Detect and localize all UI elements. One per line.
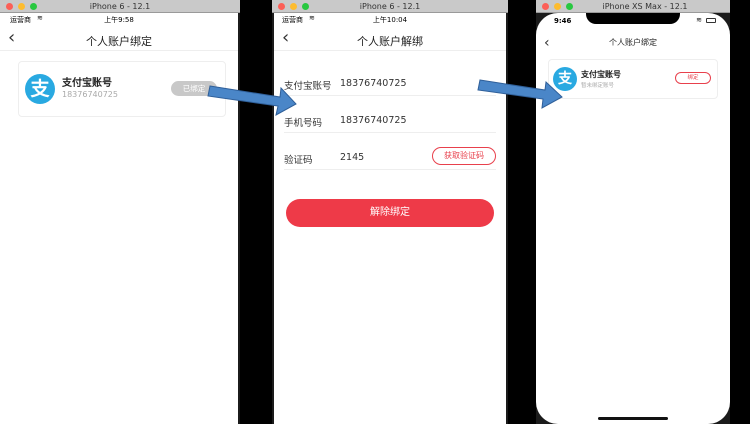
nav-bar: ‹ 个人账户绑定 [536, 31, 730, 53]
card-title: 支付宝账号 [62, 78, 112, 89]
page-title: 个人账户绑定 [609, 38, 657, 47]
status-bar: 运营商 ≋ 上午10:04 [274, 13, 506, 25]
row-label: 验证码 [284, 155, 313, 166]
card-subtitle: 暂未绑定账号 [581, 83, 615, 89]
row-label: 手机号码 [284, 118, 323, 129]
card-title: 支付宝账号 [581, 70, 621, 79]
window-titlebar: iPhone 6 - 12.1 [272, 0, 508, 13]
row-value: 18376740725 [340, 78, 407, 89]
page-title: 个人账户解绑 [357, 35, 423, 48]
window-title: iPhone XS Max - 12.1 [602, 2, 688, 11]
status-bar: 9:46 ≋ [536, 13, 730, 25]
status-time: 上午9:58 [104, 16, 134, 24]
get-code-button[interactable]: 获取验证码 [432, 147, 496, 165]
alipay-account-card[interactable]: 支 支付宝账号 18376740725 已绑定 [18, 61, 226, 117]
battery-icon [706, 18, 716, 23]
row-value: 18376740725 [340, 115, 407, 126]
alipay-account-card[interactable]: 支 支付宝账号 暂未绑定账号 绑定 [548, 59, 718, 99]
wifi-icon: ≋ [696, 16, 702, 24]
alipay-account-row: 支付宝账号 18376740725 [284, 70, 496, 96]
nav-bar: ‹ 个人账户绑定 [0, 27, 238, 51]
phone-screen: 9:46 ≋ ‹ 个人账户绑定 支 支付宝账号 暂未绑定账号 绑定 [536, 13, 730, 424]
verification-code-input[interactable]: 2145 [340, 152, 364, 163]
simulator-window-2: iPhone 6 - 12.1 运营商 ≋ 上午10:04 ‹ 个人账户解绑 支… [272, 0, 508, 424]
simulator-window-3: iPhone XS Max - 12.1 9:46 ≋ ‹ 个人账户绑定 支 支… [536, 0, 730, 424]
home-indicator [598, 417, 668, 420]
page-title: 个人账户绑定 [86, 35, 152, 48]
nav-bar: ‹ 个人账户解绑 [274, 27, 506, 51]
unbind-button[interactable]: 解除绑定 [286, 199, 494, 227]
row-label: 支付宝账号 [284, 81, 332, 92]
alipay-logo-icon: 支 [25, 74, 55, 104]
window-title: iPhone 6 - 12.1 [359, 2, 421, 11]
window-title: iPhone 6 - 12.1 [89, 2, 151, 11]
bind-button[interactable]: 绑定 [675, 72, 711, 84]
window-titlebar: iPhone 6 - 12.1 [0, 0, 240, 13]
phone-screen: 运营商 ≋ 上午10:04 ‹ 个人账户解绑 支付宝账号 18376740725… [274, 13, 506, 424]
status-time: 上午10:04 [372, 16, 408, 24]
status-time: 9:46 [554, 17, 572, 25]
verification-code-row: 验证码 2145 获取验证码 [284, 144, 496, 170]
status-bar: 运营商 ≋ 上午9:58 [0, 13, 238, 25]
card-subtitle: 18376740725 [62, 90, 118, 99]
simulator-window-1: iPhone 6 - 12.1 运营商 ≋ 上午9:58 ‹ 个人账户绑定 支 … [0, 0, 240, 424]
alipay-logo-icon: 支 [553, 67, 577, 91]
bound-status-button[interactable]: 已绑定 [171, 81, 217, 96]
phone-number-row: 手机号码 18376740725 [284, 107, 496, 133]
window-titlebar: iPhone XS Max - 12.1 [536, 0, 730, 13]
phone-screen: 运营商 ≋ 上午9:58 ‹ 个人账户绑定 支 支付宝账号 1837674072… [0, 13, 238, 424]
